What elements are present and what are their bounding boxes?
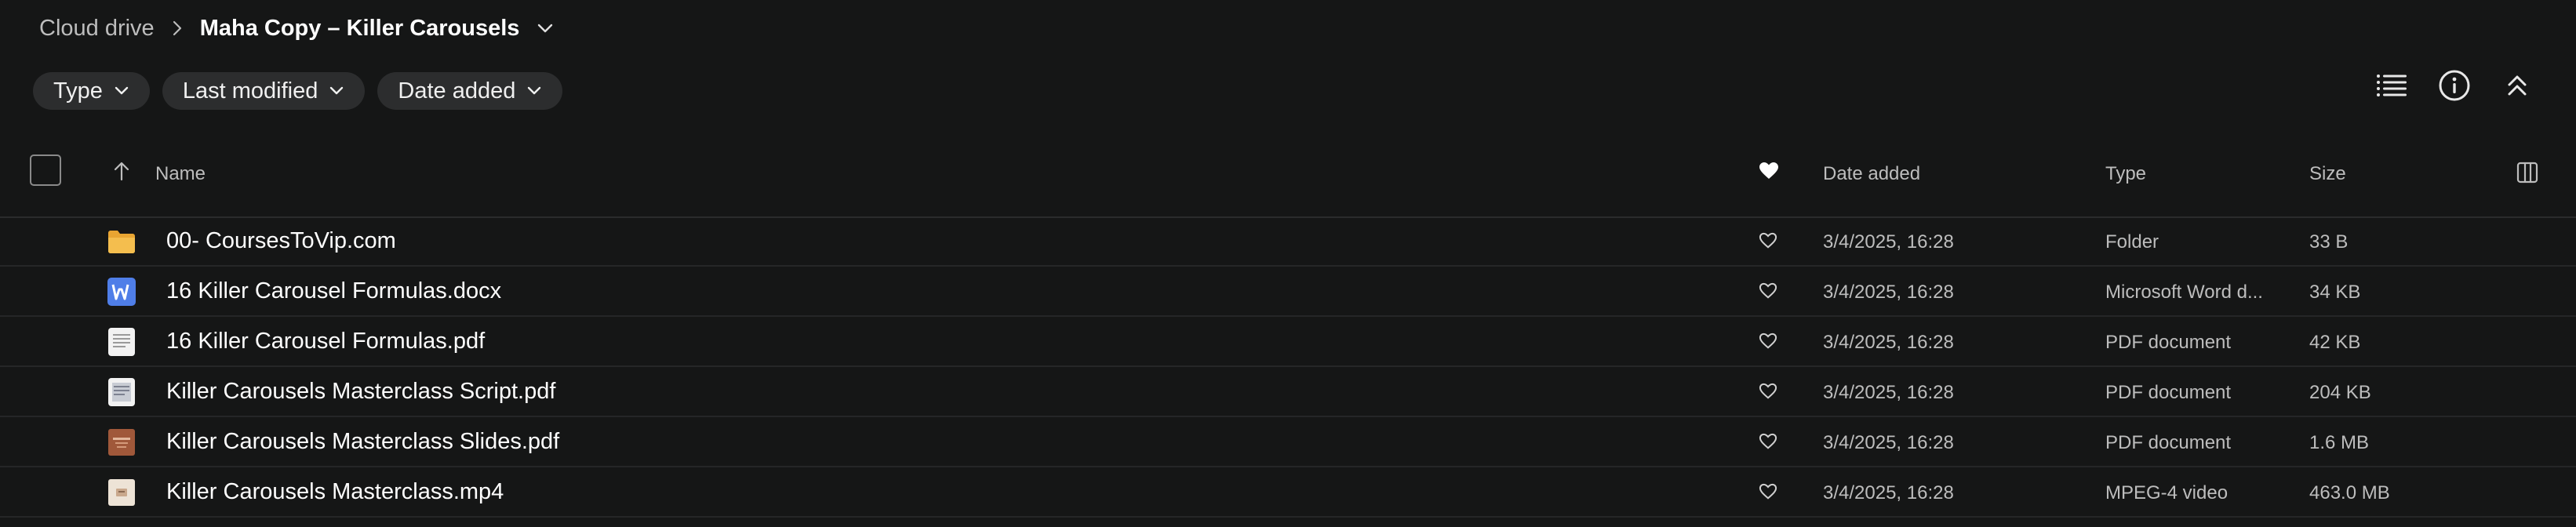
date-added-cell: 3/4/2025, 16:28 (1823, 382, 1954, 403)
video-thumb-icon (108, 479, 135, 506)
type-cell: PDF document (2105, 432, 2232, 453)
pdf-icon (108, 328, 135, 356)
type-cell: PDF document (2105, 382, 2232, 403)
filter-bar: Type Last modified Date added (33, 72, 563, 110)
column-header-name[interactable]: Name (155, 163, 206, 185)
word-doc-icon (107, 278, 136, 306)
sort-ascending-icon[interactable] (113, 161, 130, 181)
file-name[interactable]: Killer Carousels Masterclass.mp4 (166, 479, 504, 505)
column-header-date-added[interactable]: Date added (1823, 163, 1920, 185)
date-added-cell: 3/4/2025, 16:28 (1823, 332, 1954, 353)
filter-type-dropdown[interactable]: Type (33, 72, 150, 110)
heart-outline-icon[interactable] (1759, 232, 1777, 249)
date-added-cell: 3/4/2025, 16:28 (1823, 482, 1954, 503)
heart-outline-icon[interactable] (1759, 383, 1777, 400)
pdf-thumb-icon (108, 429, 135, 456)
column-header-type[interactable]: Type (2105, 163, 2146, 185)
filter-date-added-label: Date added (398, 78, 516, 104)
breadcrumb: Cloud drive Maha Copy – Killer Carousels (39, 11, 554, 45)
chevron-right-icon (172, 20, 183, 36)
column-header-size[interactable]: Size (2309, 163, 2346, 185)
info-icon (2439, 70, 2470, 101)
cloud-drive-page: Cloud drive Maha Copy – Killer Carousels… (0, 0, 2576, 527)
size-cell: 1.6 MB (2309, 432, 2370, 453)
size-cell: 463.0 MB (2309, 482, 2390, 503)
table-row[interactable]: 16 Killer Carousel Formulas.pdf 3/4/2025… (0, 317, 2576, 367)
collapse-icon (2508, 75, 2527, 96)
type-cell: PDF document (2105, 332, 2232, 353)
list-view-icon (2377, 75, 2407, 96)
chevron-down-icon[interactable] (537, 23, 554, 34)
size-cell: 42 KB (2309, 332, 2361, 353)
date-added-cell: 3/4/2025, 16:28 (1823, 231, 1954, 253)
filter-last-modified-label: Last modified (182, 78, 318, 104)
filter-type-label: Type (53, 78, 103, 104)
type-cell: Folder (2105, 231, 2159, 253)
file-name[interactable]: 16 Killer Carousel Formulas.pdf (166, 329, 485, 354)
collapse-button[interactable] (2501, 69, 2534, 102)
table-header: Name Date added Type Size (0, 141, 2576, 218)
chevron-down-icon (528, 86, 541, 95)
heart-outline-icon[interactable] (1759, 333, 1777, 350)
heart-outline-icon[interactable] (1759, 483, 1777, 500)
size-cell: 34 KB (2309, 282, 2361, 303)
table-row[interactable]: Killer Carousels Masterclass Slides.pdf … (0, 417, 2576, 467)
chevron-down-icon (330, 86, 344, 95)
view-toolbar (2375, 69, 2534, 102)
file-name[interactable]: 00- CoursesToVip.com (166, 228, 396, 254)
size-cell: 204 KB (2309, 382, 2371, 403)
columns-settings-icon[interactable] (2516, 162, 2538, 184)
filter-date-added-dropdown[interactable]: Date added (377, 72, 563, 110)
date-added-cell: 3/4/2025, 16:28 (1823, 282, 1954, 303)
info-button[interactable] (2438, 69, 2471, 102)
table-row[interactable]: Killer Carousels Masterclass.mp4 3/4/202… (0, 467, 2576, 518)
breadcrumb-current-folder[interactable]: Maha Copy – Killer Carousels (200, 16, 520, 42)
heart-outline-icon[interactable] (1759, 433, 1777, 450)
table-row[interactable]: Killer Carousels Masterclass Script.pdf … (0, 367, 2576, 417)
file-name[interactable]: 16 Killer Carousel Formulas.docx (166, 278, 501, 304)
select-all-checkbox[interactable] (30, 154, 61, 186)
heart-outline-icon[interactable] (1759, 282, 1777, 300)
breadcrumb-root-link[interactable]: Cloud drive (39, 16, 155, 42)
table-row[interactable]: 16 Killer Carousel Formulas.docx 3/4/202… (0, 267, 2576, 317)
heart-filled-icon[interactable] (1759, 162, 1779, 180)
file-list: 00- CoursesToVip.com 3/4/2025, 16:28 Fol… (0, 216, 2576, 518)
table-row[interactable]: 00- CoursesToVip.com 3/4/2025, 16:28 Fol… (0, 216, 2576, 267)
folder-icon (108, 231, 135, 253)
file-name[interactable]: Killer Carousels Masterclass Script.pdf (166, 379, 555, 405)
chevron-down-icon (115, 86, 129, 95)
date-added-cell: 3/4/2025, 16:28 (1823, 432, 1954, 453)
list-view-button[interactable] (2375, 69, 2408, 102)
type-cell: Microsoft Word d... (2105, 282, 2263, 303)
pdf-icon (108, 378, 135, 406)
type-cell: MPEG-4 video (2105, 482, 2229, 503)
filter-last-modified-dropdown[interactable]: Last modified (162, 72, 366, 110)
file-name[interactable]: Killer Carousels Masterclass Slides.pdf (166, 429, 559, 455)
size-cell: 33 B (2309, 231, 2349, 253)
